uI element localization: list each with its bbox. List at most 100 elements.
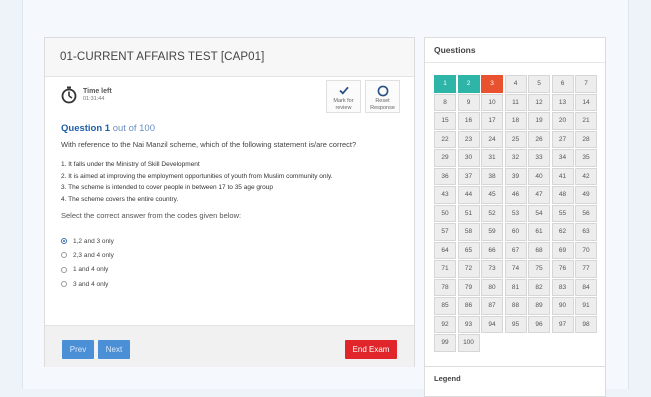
question-nav-35[interactable]: 35 bbox=[575, 149, 597, 167]
question-nav-13[interactable]: 13 bbox=[551, 93, 574, 111]
question-nav-93[interactable]: 93 bbox=[457, 315, 480, 333]
mark-for-review-button[interactable]: Mark for review bbox=[326, 80, 361, 113]
question-nav-79[interactable]: 79 bbox=[457, 278, 480, 296]
question-nav-83[interactable]: 83 bbox=[551, 278, 574, 296]
option-1[interactable]: 1,2 and 3 only bbox=[61, 234, 114, 248]
question-nav-53[interactable]: 53 bbox=[504, 204, 527, 222]
reset-response-button[interactable]: Reset Response bbox=[365, 80, 400, 113]
question-nav-58[interactable]: 58 bbox=[457, 223, 480, 241]
question-nav-33[interactable]: 33 bbox=[528, 149, 550, 167]
question-nav-11[interactable]: 11 bbox=[504, 93, 527, 111]
question-nav-87[interactable]: 87 bbox=[481, 297, 503, 315]
question-nav-64[interactable]: 64 bbox=[434, 241, 456, 259]
question-nav-3[interactable]: 3 bbox=[481, 75, 503, 93]
question-nav-28[interactable]: 28 bbox=[575, 130, 597, 148]
question-nav-25[interactable]: 25 bbox=[504, 130, 527, 148]
question-nav-94[interactable]: 94 bbox=[481, 315, 503, 333]
question-nav-38[interactable]: 38 bbox=[481, 167, 503, 185]
question-nav-26[interactable]: 26 bbox=[528, 130, 550, 148]
question-nav-24[interactable]: 24 bbox=[481, 130, 503, 148]
question-nav-95[interactable]: 95 bbox=[504, 315, 527, 333]
question-nav-74[interactable]: 74 bbox=[504, 260, 527, 278]
question-nav-1[interactable]: 1 bbox=[434, 75, 456, 93]
option-2-radio[interactable] bbox=[61, 252, 67, 259]
question-nav-77[interactable]: 77 bbox=[575, 260, 597, 278]
question-nav-54[interactable]: 54 bbox=[528, 204, 550, 222]
option-4-radio[interactable] bbox=[61, 281, 67, 288]
question-nav-14[interactable]: 14 bbox=[575, 93, 597, 111]
question-nav-8[interactable]: 8 bbox=[434, 93, 456, 111]
question-nav-96[interactable]: 96 bbox=[528, 315, 550, 333]
question-nav-19[interactable]: 19 bbox=[528, 112, 550, 130]
question-nav-82[interactable]: 82 bbox=[528, 278, 550, 296]
question-nav-70[interactable]: 70 bbox=[575, 241, 597, 259]
question-nav-48[interactable]: 48 bbox=[551, 186, 574, 204]
question-nav-65[interactable]: 65 bbox=[457, 241, 480, 259]
question-nav-85[interactable]: 85 bbox=[434, 297, 456, 315]
option-2[interactable]: 2,3 and 4 only bbox=[61, 248, 114, 262]
option-3-radio[interactable] bbox=[61, 266, 67, 273]
question-nav-45[interactable]: 45 bbox=[481, 186, 503, 204]
question-nav-50[interactable]: 50 bbox=[434, 204, 456, 222]
next-button[interactable]: Next bbox=[98, 340, 130, 359]
question-nav-98[interactable]: 98 bbox=[575, 315, 597, 333]
question-nav-78[interactable]: 78 bbox=[434, 278, 456, 296]
question-nav-63[interactable]: 63 bbox=[575, 223, 597, 241]
question-nav-32[interactable]: 32 bbox=[504, 149, 527, 167]
question-nav-97[interactable]: 97 bbox=[551, 315, 574, 333]
question-nav-55[interactable]: 55 bbox=[551, 204, 574, 222]
question-nav-9[interactable]: 9 bbox=[457, 93, 480, 111]
question-nav-66[interactable]: 66 bbox=[481, 241, 503, 259]
question-nav-2[interactable]: 2 bbox=[457, 75, 480, 93]
question-nav-42[interactable]: 42 bbox=[575, 167, 597, 185]
question-nav-76[interactable]: 76 bbox=[551, 260, 574, 278]
question-nav-16[interactable]: 16 bbox=[457, 112, 480, 130]
question-nav-46[interactable]: 46 bbox=[504, 186, 527, 204]
question-nav-22[interactable]: 22 bbox=[434, 130, 456, 148]
question-nav-18[interactable]: 18 bbox=[504, 112, 527, 130]
question-nav-15[interactable]: 15 bbox=[434, 112, 456, 130]
question-nav-17[interactable]: 17 bbox=[481, 112, 503, 130]
question-nav-23[interactable]: 23 bbox=[457, 130, 480, 148]
question-nav-20[interactable]: 20 bbox=[551, 112, 574, 130]
question-nav-60[interactable]: 60 bbox=[504, 223, 527, 241]
question-nav-41[interactable]: 41 bbox=[551, 167, 574, 185]
question-nav-47[interactable]: 47 bbox=[528, 186, 550, 204]
question-nav-44[interactable]: 44 bbox=[457, 186, 480, 204]
end-exam-button[interactable]: End Exam bbox=[345, 340, 397, 359]
question-nav-43[interactable]: 43 bbox=[434, 186, 456, 204]
prev-button[interactable]: Prev bbox=[62, 340, 94, 359]
question-nav-84[interactable]: 84 bbox=[575, 278, 597, 296]
question-nav-92[interactable]: 92 bbox=[434, 315, 456, 333]
question-nav-6[interactable]: 6 bbox=[551, 75, 574, 93]
question-nav-4[interactable]: 4 bbox=[504, 75, 527, 93]
question-nav-12[interactable]: 12 bbox=[528, 93, 550, 111]
question-nav-86[interactable]: 86 bbox=[457, 297, 480, 315]
question-nav-49[interactable]: 49 bbox=[575, 186, 597, 204]
question-nav-100[interactable]: 100 bbox=[457, 334, 480, 352]
question-nav-75[interactable]: 75 bbox=[528, 260, 550, 278]
option-4[interactable]: 3 and 4 only bbox=[61, 277, 114, 291]
question-nav-67[interactable]: 67 bbox=[504, 241, 527, 259]
option-3[interactable]: 1 and 4 only bbox=[61, 263, 114, 277]
question-nav-61[interactable]: 61 bbox=[528, 223, 550, 241]
question-nav-80[interactable]: 80 bbox=[481, 278, 503, 296]
question-nav-10[interactable]: 10 bbox=[481, 93, 503, 111]
question-nav-89[interactable]: 89 bbox=[528, 297, 550, 315]
question-nav-29[interactable]: 29 bbox=[434, 149, 456, 167]
question-nav-88[interactable]: 88 bbox=[504, 297, 527, 315]
question-nav-90[interactable]: 90 bbox=[551, 297, 574, 315]
question-nav-51[interactable]: 51 bbox=[457, 204, 480, 222]
question-nav-81[interactable]: 81 bbox=[504, 278, 527, 296]
question-nav-62[interactable]: 62 bbox=[551, 223, 574, 241]
question-nav-36[interactable]: 36 bbox=[434, 167, 456, 185]
question-nav-37[interactable]: 37 bbox=[457, 167, 480, 185]
question-nav-71[interactable]: 71 bbox=[434, 260, 456, 278]
question-nav-7[interactable]: 7 bbox=[575, 75, 597, 93]
question-nav-59[interactable]: 59 bbox=[481, 223, 503, 241]
question-nav-21[interactable]: 21 bbox=[575, 112, 597, 130]
question-nav-68[interactable]: 68 bbox=[528, 241, 550, 259]
question-nav-27[interactable]: 27 bbox=[551, 130, 574, 148]
question-nav-31[interactable]: 31 bbox=[481, 149, 503, 167]
question-nav-72[interactable]: 72 bbox=[457, 260, 480, 278]
